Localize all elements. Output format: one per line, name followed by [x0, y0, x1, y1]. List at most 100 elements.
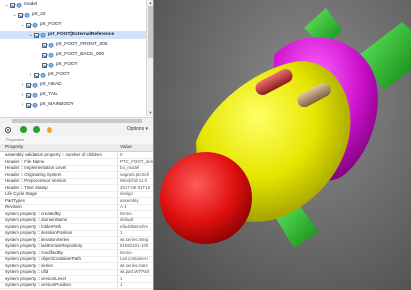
remove-icon[interactable]: [33, 126, 40, 133]
part-icon: [32, 82, 38, 88]
tree-item[interactable]: › prt_MAINBODY: [0, 101, 146, 109]
tree-item[interactable]: › prt_HEAD: [0, 81, 146, 89]
expand-chevron-icon[interactable]: ›: [20, 91, 25, 99]
tree-item[interactable]: ⌄ prt_FOOT(ExternalReference: [0, 31, 146, 39]
visibility-checkbox[interactable]: [42, 52, 47, 58]
property-key: system property :: versionLevel: [5, 275, 66, 281]
property-key: Header :: Preprocessor Version: [5, 178, 67, 183]
tree-item[interactable]: prt_FOOT_FRONT_000: [0, 41, 146, 49]
property-row[interactable]: system property :: versionPosition 1: [0, 282, 153, 290]
property-value: 2017-08-31T15: [120, 184, 151, 190]
property-value: PTC_FOOT_des: [120, 158, 153, 164]
tree-item-label: prt_FOOT(ExternalReference: [48, 32, 115, 37]
property-value: efault/Benchm: [120, 223, 149, 229]
part-icon: [32, 22, 38, 28]
property-value: 1: [120, 275, 123, 281]
property-value: Lwt.container.i: [120, 256, 149, 261]
property-key: Revision: [5, 204, 22, 209]
visibility-checkbox[interactable]: [26, 22, 31, 28]
tree-item[interactable]: › prt_FOOT: [0, 71, 146, 79]
visibility-checkbox[interactable]: [34, 32, 39, 38]
scroll-up-arrow-icon[interactable]: ▲: [148, 0, 153, 5]
property-value: 1: [120, 282, 123, 287]
property-key: system property :: lastKnownRepository: [5, 243, 83, 248]
property-value: 0: [120, 152, 123, 157]
visibility-checkbox[interactable]: [10, 2, 15, 8]
options-menu-button[interactable]: Options ▾: [127, 125, 148, 134]
tree-item-label: prt_FOOT: [40, 22, 62, 27]
property-key: Life Cycle Stage: [5, 191, 37, 196]
property-key: Header :: Implementation Level: [5, 165, 67, 170]
visibility-checkbox[interactable]: [26, 92, 31, 98]
property-key: PartTypes: [5, 197, 25, 203]
expand-chevron-icon[interactable]: ›: [20, 101, 25, 109]
scroll-down-arrow-icon[interactable]: ▼: [148, 110, 153, 115]
settings-icon[interactable]: [4, 126, 12, 134]
3d-model-scene[interactable]: [154, 0, 411, 290]
column-header-value[interactable]: Value: [120, 144, 132, 151]
property-key: Header :: File Name: [5, 158, 45, 164]
visibility-checkbox[interactable]: [26, 102, 31, 108]
visibility-checkbox[interactable]: [26, 82, 31, 88]
home-icon[interactable]: [46, 126, 53, 133]
expand-chevron-icon[interactable]: ›: [20, 81, 25, 89]
tree-item[interactable]: prt_FOOT: [0, 61, 146, 69]
property-key: Header :: Time Stamp: [5, 184, 48, 190]
expand-chevron-icon[interactable]: ⌄: [4, 1, 9, 9]
property-key: assembly validation property :: number o…: [5, 152, 102, 157]
property-key: system property :: ufid: [5, 269, 49, 274]
property-key: system property :: series: [5, 262, 53, 268]
visibility-checkbox[interactable]: [18, 12, 23, 18]
property-value: Demo: [120, 249, 132, 255]
property-key: system property :: iterationSeries: [5, 236, 70, 242]
tree-item[interactable]: ⌄ prt_FOOT: [0, 21, 146, 29]
property-key: Header :: Originating System: [5, 171, 62, 177]
property-key: system property :: objectContainerPath: [5, 256, 81, 261]
property-value: A.1: [120, 204, 127, 209]
part-icon: [48, 52, 54, 58]
visibility-checkbox[interactable]: [42, 42, 47, 48]
property-key: system property :: createdBy: [5, 210, 61, 216]
property-value: default: [120, 217, 134, 222]
property-value: 61552101-100: [120, 243, 149, 248]
tree-item-label: prt_HEAD: [40, 82, 62, 87]
model-tree[interactable]: ⌄ model ⌄ prt_22 ⌄ prt_FOOT ⌄ prt_FOOT(External…: [0, 0, 146, 116]
properties-header: Property Value: [0, 144, 153, 152]
part-icon: [48, 62, 54, 68]
tree-item-label: prt_FOOT: [48, 72, 70, 77]
expand-chevron-icon[interactable]: ⌄: [28, 31, 33, 39]
tree-item-label: prt_FOOT_FRONT_000: [56, 42, 108, 47]
property-value: Demo: [120, 210, 132, 216]
tree-item[interactable]: ⌄ model: [0, 1, 146, 9]
part-icon: [24, 12, 30, 18]
visibility-checkbox[interactable]: [42, 62, 47, 68]
property-key: system property :: versionPosition: [5, 282, 71, 287]
property-value: wt.part.WTPart: [120, 269, 150, 274]
expand-chevron-icon[interactable]: ›: [28, 71, 33, 79]
property-value: design: [120, 191, 133, 196]
expand-chevron-icon[interactable]: ⌄: [20, 21, 25, 29]
property-value: 1: [120, 230, 123, 235]
tree-item[interactable]: › prt_TAIL: [0, 91, 146, 99]
property-value: wt.series.Harv: [120, 262, 148, 268]
tree-vertical-scrollbar[interactable]: ▲ ▼: [146, 0, 153, 116]
expand-chevron-icon[interactable]: ⌄: [12, 11, 17, 19]
property-value: wt.series.Integ: [120, 236, 149, 242]
visibility-checkbox[interactable]: [34, 72, 39, 78]
scroll-thumb[interactable]: [148, 6, 153, 58]
property-value: vagrant.ptcmdl: [120, 171, 149, 177]
property-value: assembly: [120, 197, 139, 203]
part-icon: [32, 92, 38, 98]
property-key: system property :: folderPath: [5, 223, 62, 229]
part-icon: [40, 72, 46, 78]
tab-properties[interactable]: Properties: [6, 137, 24, 142]
add-icon[interactable]: [20, 126, 27, 133]
3d-viewport[interactable]: [154, 0, 411, 290]
property-value: Windchill 11.0: [120, 178, 148, 183]
tree-item[interactable]: prt_FOOT_BACK_000: [0, 51, 146, 59]
panel-toolbar: Options ▾: [0, 123, 153, 137]
property-key: system property :: iterationPosition: [5, 230, 73, 235]
column-header-property[interactable]: Property: [5, 144, 23, 151]
part-icon: [16, 2, 22, 8]
tree-item[interactable]: ⌄ prt_22: [0, 11, 146, 19]
